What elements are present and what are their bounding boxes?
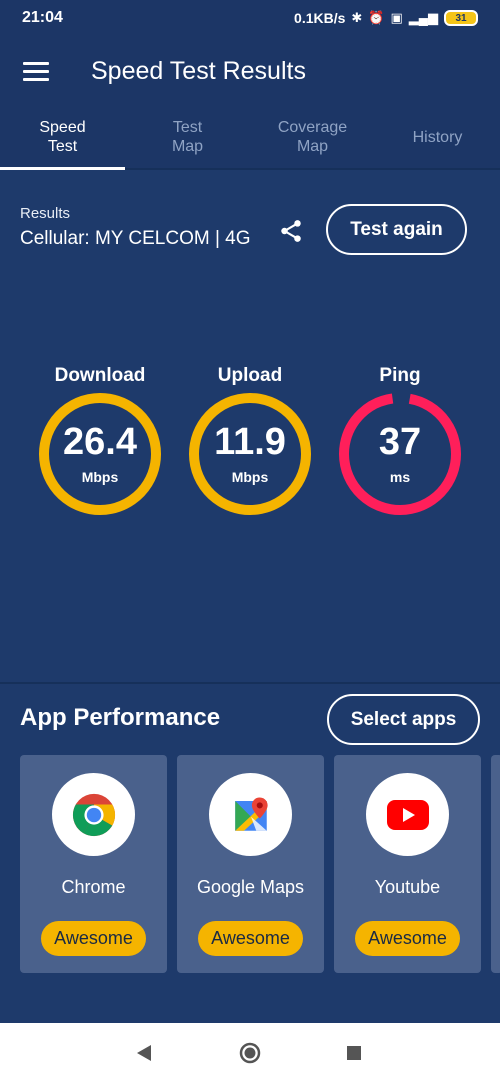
download-value: 26.4 bbox=[63, 421, 137, 463]
test-again-button[interactable]: Test again bbox=[326, 204, 467, 255]
battery-level: 31 bbox=[455, 12, 467, 24]
app-name: Youtube bbox=[374, 877, 441, 897]
app-name: Google Maps bbox=[196, 877, 305, 897]
ping-unit: ms bbox=[389, 469, 411, 485]
app-bar: Speed Test Results bbox=[0, 36, 500, 106]
rating-badge: Awesome bbox=[198, 921, 303, 956]
app-card-google-maps[interactable]: Google Maps Awesome bbox=[177, 755, 324, 973]
upload-label: Upload bbox=[217, 365, 283, 386]
tab-speed-test-label: Speed Test bbox=[39, 119, 86, 155]
signal-4g-icon: ▂▄▆ bbox=[408, 10, 438, 25]
upload-gauge: Upload 11.9 Mbps bbox=[185, 365, 315, 517]
section-divider bbox=[0, 682, 500, 684]
app-performance-title: App Performance bbox=[20, 704, 221, 731]
download-unit: Mbps bbox=[81, 469, 119, 485]
chrome-icon bbox=[52, 773, 135, 856]
page-title: Speed Test Results bbox=[91, 56, 306, 85]
ping-value: 37 bbox=[378, 421, 422, 463]
share-icon[interactable] bbox=[278, 218, 304, 244]
google-maps-icon bbox=[209, 773, 292, 856]
tab-bar: Speed Test Test Map Coverage Map History bbox=[0, 106, 500, 170]
upload-value: 11.9 bbox=[214, 421, 286, 463]
alarm-icon: ⏰ bbox=[368, 10, 385, 25]
rating-badge: Awesome bbox=[41, 921, 146, 956]
ping-label: Ping bbox=[379, 365, 421, 386]
status-bar: 21:04 0.1KB/s ✱ ⏰ ▣ ▂▄▆ 31 bbox=[0, 0, 500, 36]
bluetooth-icon: ✱ bbox=[351, 10, 363, 25]
download-gauge: Download 26.4 Mbps bbox=[35, 365, 165, 517]
tab-test-map[interactable]: Test Map bbox=[125, 106, 250, 168]
rating-badge: Awesome bbox=[355, 921, 460, 956]
home-icon[interactable] bbox=[238, 1041, 262, 1065]
app-name: Chrome bbox=[61, 877, 126, 897]
ping-gauge: Ping 37 ms bbox=[335, 365, 465, 517]
back-icon[interactable] bbox=[133, 1041, 157, 1065]
app-card-chrome[interactable]: Chrome Awesome bbox=[20, 755, 167, 973]
results-connection: Cellular: MY CELCOM | 4G bbox=[20, 228, 251, 249]
network-speed: 0.1KB/s bbox=[294, 10, 346, 26]
tab-coverage-map[interactable]: Coverage Map bbox=[250, 106, 375, 168]
app-card-youtube[interactable]: Youtube Awesome bbox=[334, 755, 481, 973]
status-time: 21:04 bbox=[22, 9, 63, 26]
tab-history-label: History bbox=[412, 128, 463, 146]
system-nav-bar bbox=[0, 1023, 500, 1083]
app-card-next[interactable] bbox=[491, 755, 500, 973]
volte-icon: ▣ bbox=[390, 10, 403, 25]
battery-icon: 31 bbox=[444, 10, 478, 26]
youtube-icon bbox=[366, 773, 449, 856]
results-label: Results bbox=[20, 205, 71, 222]
upload-ring: 11.9 Mbps bbox=[187, 391, 313, 517]
tab-coverage-map-label: Coverage Map bbox=[277, 119, 348, 155]
download-ring: 26.4 Mbps bbox=[37, 391, 163, 517]
tab-speed-test[interactable]: Speed Test bbox=[0, 106, 125, 170]
select-apps-button[interactable]: Select apps bbox=[327, 694, 480, 745]
recents-icon[interactable] bbox=[342, 1041, 366, 1065]
results-section: Results Cellular: MY CELCOM | 4G bbox=[20, 205, 260, 250]
tab-test-map-label: Test Map bbox=[171, 119, 204, 155]
hamburger-menu-icon[interactable] bbox=[23, 57, 49, 86]
upload-unit: Mbps bbox=[231, 469, 269, 485]
download-label: Download bbox=[54, 365, 146, 386]
tab-history[interactable]: History bbox=[375, 106, 500, 168]
ping-ring: 37 ms bbox=[337, 391, 463, 517]
status-icons: 0.1KB/s ✱ ⏰ ▣ ▂▄▆ 31 bbox=[294, 10, 478, 26]
